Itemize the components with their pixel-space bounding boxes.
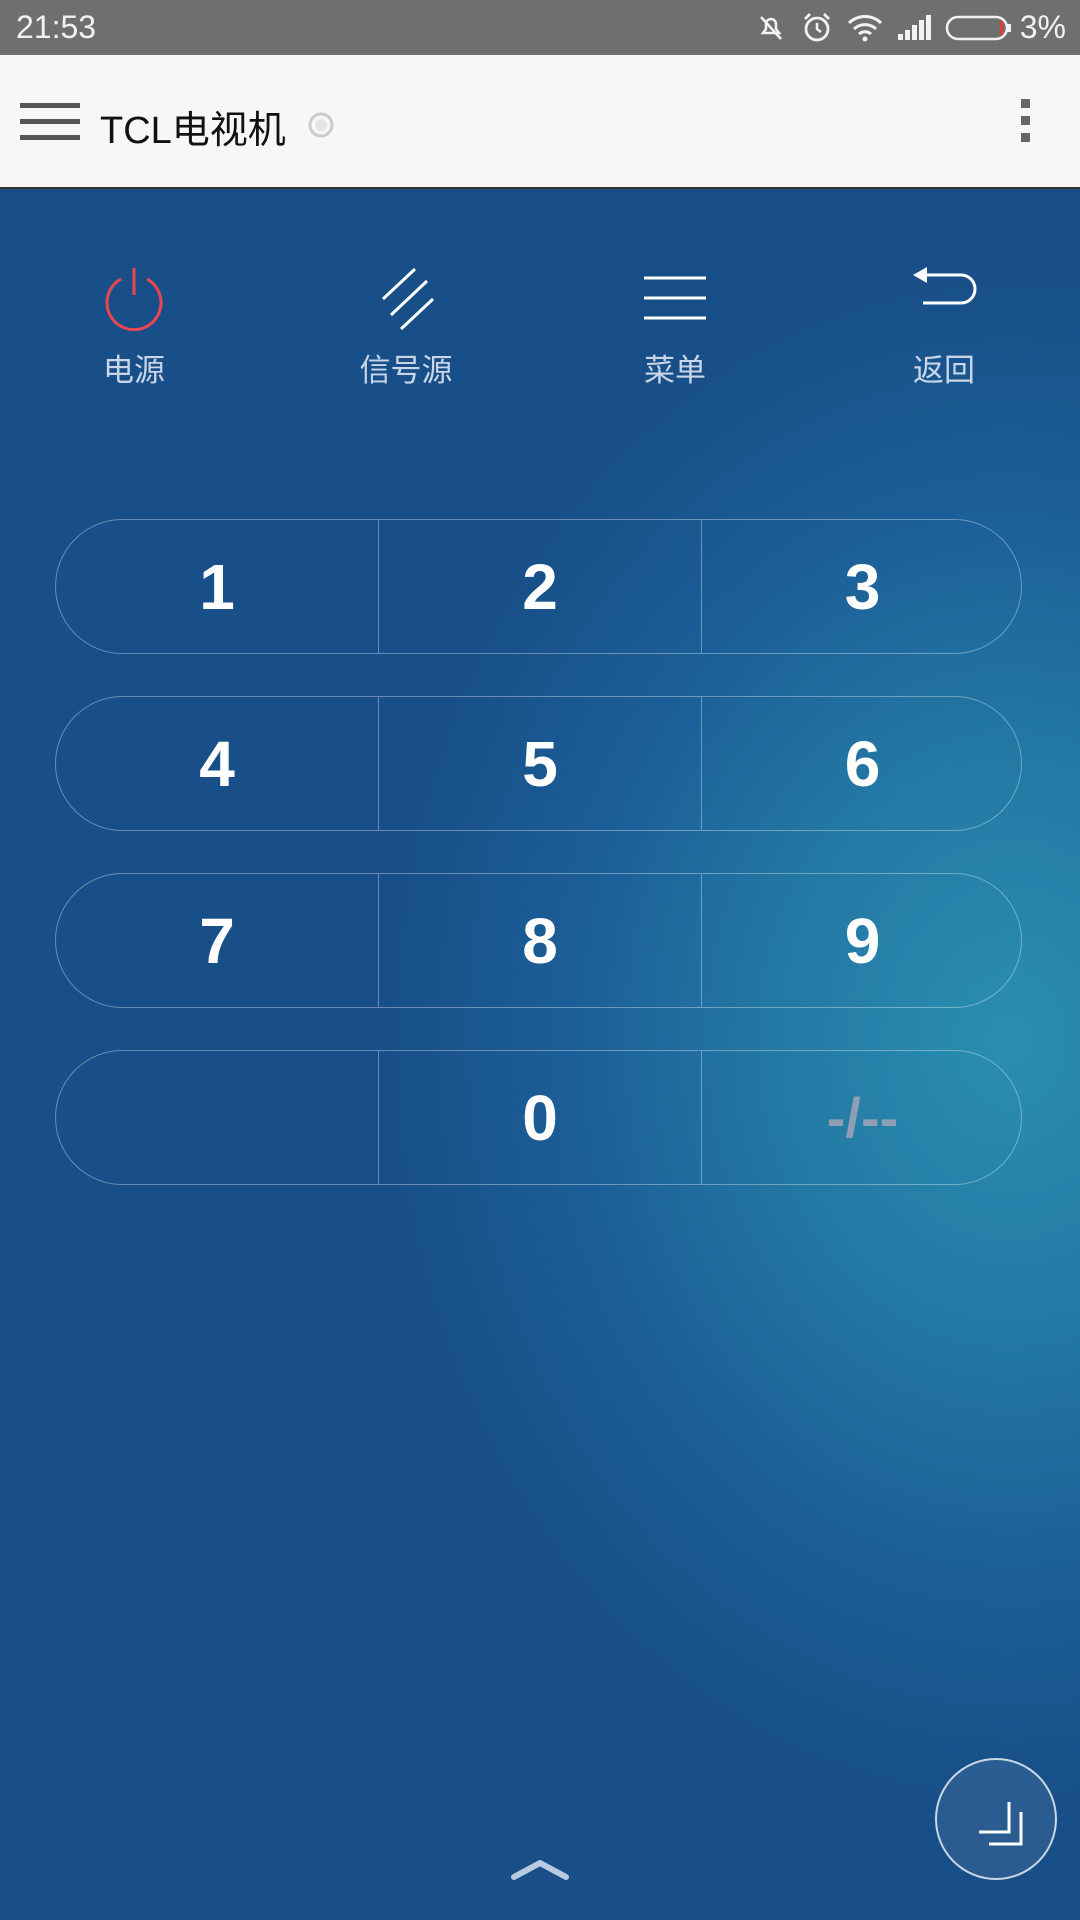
key-digit-toggle[interactable]: -/-- xyxy=(702,1051,1023,1184)
key-8[interactable]: 8 xyxy=(378,874,702,1007)
key-5[interactable]: 5 xyxy=(378,697,702,830)
back-button[interactable]: 返回 xyxy=(864,265,1024,390)
source-button[interactable]: 信号源 xyxy=(326,265,486,390)
menu-label: 菜单 xyxy=(644,353,706,389)
connection-status-icon xyxy=(308,112,334,138)
key-6[interactable]: 6 xyxy=(702,697,1023,830)
app-bar: TCL电视机 xyxy=(0,55,1080,189)
status-bar: 21:53 3% xyxy=(0,0,1080,55)
key-7[interactable]: 7 xyxy=(56,874,378,1007)
battery-percent: 3% xyxy=(1019,9,1066,45)
status-time: 21:53 xyxy=(16,9,97,45)
keypad-row-2: 4 5 6 xyxy=(55,696,1022,831)
hamburger-menu-icon[interactable] xyxy=(20,101,80,143)
key-empty xyxy=(56,1051,378,1184)
mute-notification-icon xyxy=(760,16,782,40)
back-label: 返回 xyxy=(913,353,975,389)
key-0[interactable]: 0 xyxy=(378,1051,702,1184)
key-4[interactable]: 4 xyxy=(56,697,378,830)
alarm-icon xyxy=(804,13,830,42)
keypad-row-1: 1 2 3 xyxy=(55,519,1022,654)
source-icon xyxy=(381,267,435,331)
back-icon xyxy=(913,267,977,305)
wifi-icon xyxy=(847,15,883,42)
menu-icon xyxy=(644,276,706,320)
battery-icon xyxy=(945,15,1011,41)
resize-icon xyxy=(979,1802,1023,1846)
page-title: TCL电视机 xyxy=(100,110,286,152)
key-2[interactable]: 2 xyxy=(378,520,702,653)
key-3[interactable]: 3 xyxy=(702,520,1023,653)
keypad-row-3: 7 8 9 xyxy=(55,873,1022,1008)
source-label: 信号源 xyxy=(359,353,453,389)
overflow-menu-icon[interactable] xyxy=(1016,97,1036,145)
key-9[interactable]: 9 xyxy=(702,874,1023,1007)
menu-button[interactable]: 菜单 xyxy=(595,265,755,390)
key-1[interactable]: 1 xyxy=(56,520,378,653)
keypad-row-4: 0 -/-- xyxy=(55,1050,1022,1185)
signal-icon xyxy=(898,15,931,40)
resize-button[interactable] xyxy=(935,1758,1057,1880)
power-label: 电源 xyxy=(103,353,165,389)
power-icon xyxy=(105,268,163,331)
chevron-up-icon[interactable] xyxy=(510,1855,570,1881)
power-button[interactable]: 电源 xyxy=(54,265,214,390)
